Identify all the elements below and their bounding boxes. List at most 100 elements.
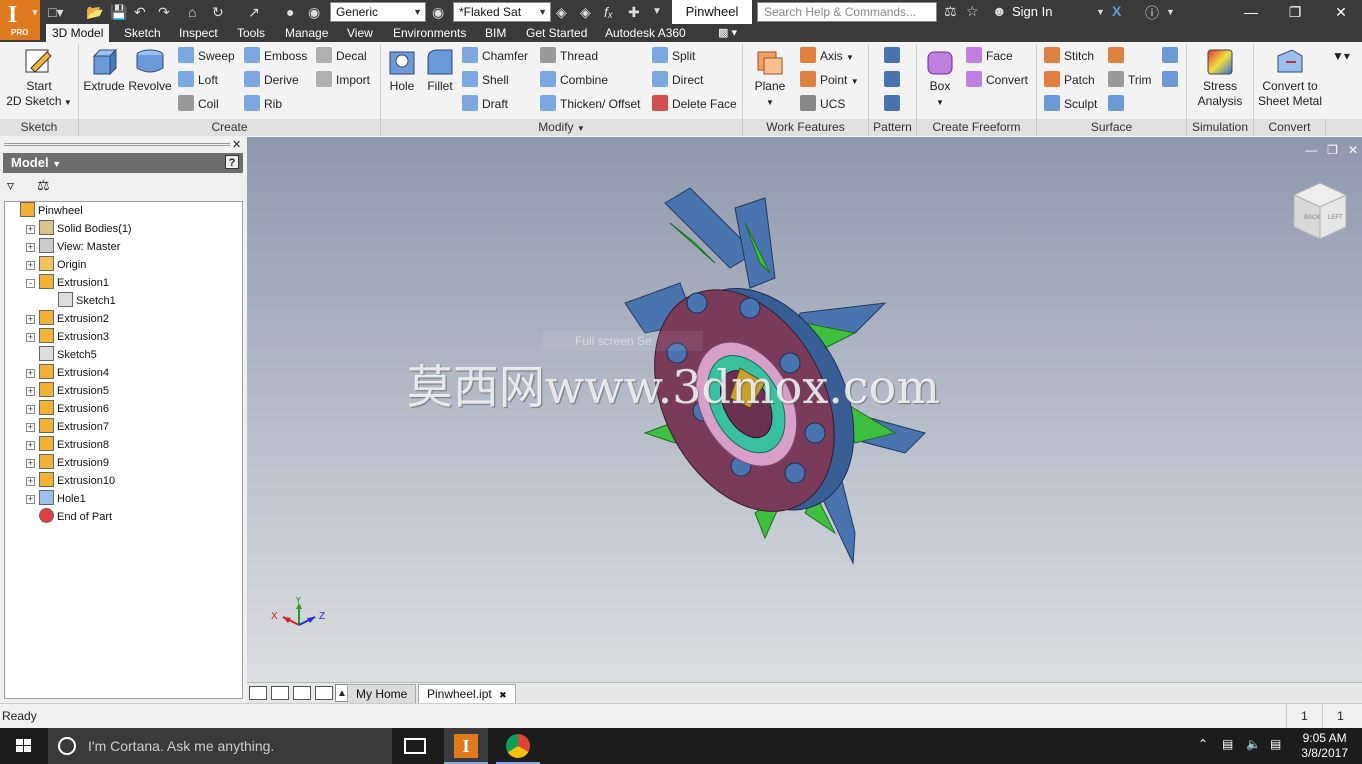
viewport-close-icon[interactable]: ✕ (1348, 143, 1358, 157)
tile-windows-icon[interactable] (271, 686, 289, 700)
expand-icon[interactable]: + (26, 495, 35, 504)
coil-button[interactable]: Coil (178, 94, 219, 114)
help-search-input[interactable]: Search Help & Commands... (757, 2, 937, 22)
filter-icon[interactable]: ▿ (7, 177, 14, 194)
start-button[interactable] (0, 728, 48, 764)
tree-node[interactable]: Sketch5 (26, 346, 97, 364)
tray-network-icon[interactable]: ▤ (1222, 737, 1233, 751)
panel-label-modify[interactable]: Modify ▼ (381, 119, 743, 136)
restore-icon[interactable]: ❐ (1272, 0, 1318, 24)
expand-icon[interactable]: + (26, 261, 35, 270)
taskbar-inventor-button[interactable]: I (444, 728, 488, 764)
plane-button[interactable]: Plane ▼ (748, 46, 792, 110)
tile-horizontal-icon[interactable] (293, 686, 311, 700)
point-button[interactable]: Point ▼ (800, 70, 859, 90)
color-override-icon[interactable]: ● (286, 3, 294, 21)
exchange-apps-icon[interactable]: X (1112, 3, 1121, 19)
material-combo[interactable]: Generic ▼ (330, 2, 426, 22)
freeform-face-button[interactable]: Face (966, 46, 1013, 66)
tree-node[interactable]: - Extrusion1 (26, 274, 109, 292)
sign-in-button[interactable]: Sign In (1012, 4, 1052, 19)
tree-node[interactable]: + Solid Bodies(1) (26, 220, 132, 238)
tab-environments[interactable]: Environments (387, 24, 472, 42)
tray-chevron-up-icon[interactable]: ⌃ (1198, 737, 1208, 751)
taskbar-chrome-button[interactable] (496, 728, 540, 764)
qat-customize-icon[interactable]: ▼ (652, 3, 662, 21)
tab-3d-model[interactable]: 3D Model (46, 24, 110, 42)
viewport-minimize-icon[interactable]: — (1305, 143, 1317, 157)
expand-icon[interactable]: + (26, 225, 35, 234)
tab-manage[interactable]: Manage (279, 24, 334, 42)
browser-header[interactable]: Model ▼ ? (3, 153, 243, 173)
appearance-combo[interactable]: *Flaked Sat ▼ (453, 2, 551, 22)
tray-notifications-icon[interactable]: ▤ (1270, 737, 1281, 751)
hole-button[interactable]: Hole (384, 46, 420, 94)
update-icon[interactable]: ↻ (212, 3, 224, 21)
graphics-viewport[interactable]: Full screen Se 莫西网www.3dmox.com — ❐ ✕ BA… (247, 137, 1362, 682)
expand-icon[interactable]: + (26, 387, 35, 396)
collapse-icon[interactable]: - (26, 279, 35, 288)
expand-icon[interactable]: + (26, 333, 35, 342)
tree-node[interactable]: End of Part (26, 508, 112, 526)
extend-button[interactable] (1108, 46, 1128, 66)
tab-sketch[interactable]: Sketch (118, 24, 167, 42)
save-icon[interactable]: 💾 (110, 3, 127, 21)
tab-tools[interactable]: Tools (231, 24, 271, 42)
clear-appearance-icon[interactable]: ◈ (556, 3, 567, 21)
open-icon[interactable]: 📂 (86, 3, 103, 21)
sculpt-button[interactable]: Sculpt (1044, 94, 1097, 114)
decal-button[interactable]: Decal (316, 46, 367, 66)
taskbar-clock[interactable]: 9:05 AM 3/8/2017 (1301, 731, 1348, 761)
tree-node[interactable]: + Origin (26, 256, 86, 274)
tree-node[interactable]: + Hole1 (26, 490, 86, 508)
circular-pattern-button[interactable] (884, 70, 904, 90)
browser-help-icon[interactable]: ? (225, 155, 239, 169)
thread-button[interactable]: Thread (540, 46, 598, 66)
stitch-button[interactable]: Stitch (1044, 46, 1094, 66)
tree-node[interactable]: + Extrusion6 (26, 400, 109, 418)
measure-icon[interactable]: ✚ (628, 3, 640, 21)
combine-button[interactable]: Combine (540, 70, 608, 90)
expand-icon[interactable]: + (26, 477, 35, 486)
tree-node[interactable]: + Extrusion8 (26, 436, 109, 454)
trim-button[interactable]: Trim (1108, 70, 1152, 90)
mirror-button[interactable] (884, 94, 904, 114)
tree-node[interactable]: + Extrusion7 (26, 418, 109, 436)
replace-face-button[interactable] (1108, 94, 1128, 114)
tile-vertical-icon[interactable] (315, 686, 333, 700)
axis-button[interactable]: Axis ▼ (800, 46, 854, 66)
tree-node[interactable]: + Extrusion5 (26, 382, 109, 400)
shell-button[interactable]: Shell (462, 70, 509, 90)
emboss-button[interactable]: Emboss (244, 46, 307, 66)
expand-icon[interactable]: + (26, 423, 35, 432)
cascade-windows-icon[interactable] (249, 686, 267, 700)
sign-in-dropdown-icon[interactable]: ▼ (1096, 7, 1105, 17)
tree-node[interactable]: + Extrusion3 (26, 328, 109, 346)
parameters-icon[interactable]: fₓ (604, 3, 613, 21)
find-binoculars-icon[interactable]: ⚖ (37, 177, 50, 194)
tab-autodesk-a360[interactable]: Autodesk A360 (599, 24, 692, 42)
app-menu-button[interactable]: I PRO ▼ (0, 0, 40, 40)
tree-node[interactable]: + View: Master (26, 238, 120, 256)
browser-grip[interactable] (4, 143, 230, 146)
home-icon[interactable]: ⌂ (188, 3, 196, 21)
loft-button[interactable]: Loft (178, 70, 218, 90)
tab-bim[interactable]: BIM (479, 24, 512, 42)
help-icon[interactable]: ⓘ (1145, 3, 1159, 23)
adjust-icon[interactable]: ◈ (580, 3, 591, 21)
convert-to-sheet-metal-button[interactable]: Convert to Sheet Metal (1256, 46, 1324, 109)
patch-button[interactable]: Patch (1044, 70, 1095, 90)
viewport-restore-icon[interactable]: ❐ (1327, 143, 1338, 157)
direct-button[interactable]: Direct (652, 70, 703, 90)
tree-node[interactable]: + Extrusion10 (26, 472, 115, 490)
close-icon[interactable]: ✕ (1318, 0, 1362, 24)
surface-extra-2-button[interactable] (1162, 70, 1182, 90)
ribbon-more-icon[interactable]: ▼▾ (1332, 46, 1350, 66)
tree-node[interactable]: + Extrusion9 (26, 454, 109, 472)
expand-icon[interactable]: + (26, 369, 35, 378)
expand-icon[interactable]: + (26, 441, 35, 450)
freeform-box-button[interactable]: Box ▼ (920, 46, 960, 110)
minimize-icon[interactable]: — (1228, 0, 1274, 24)
user-icon[interactable]: ☻ (992, 3, 1007, 19)
select-icon[interactable]: ↗ (248, 3, 260, 21)
